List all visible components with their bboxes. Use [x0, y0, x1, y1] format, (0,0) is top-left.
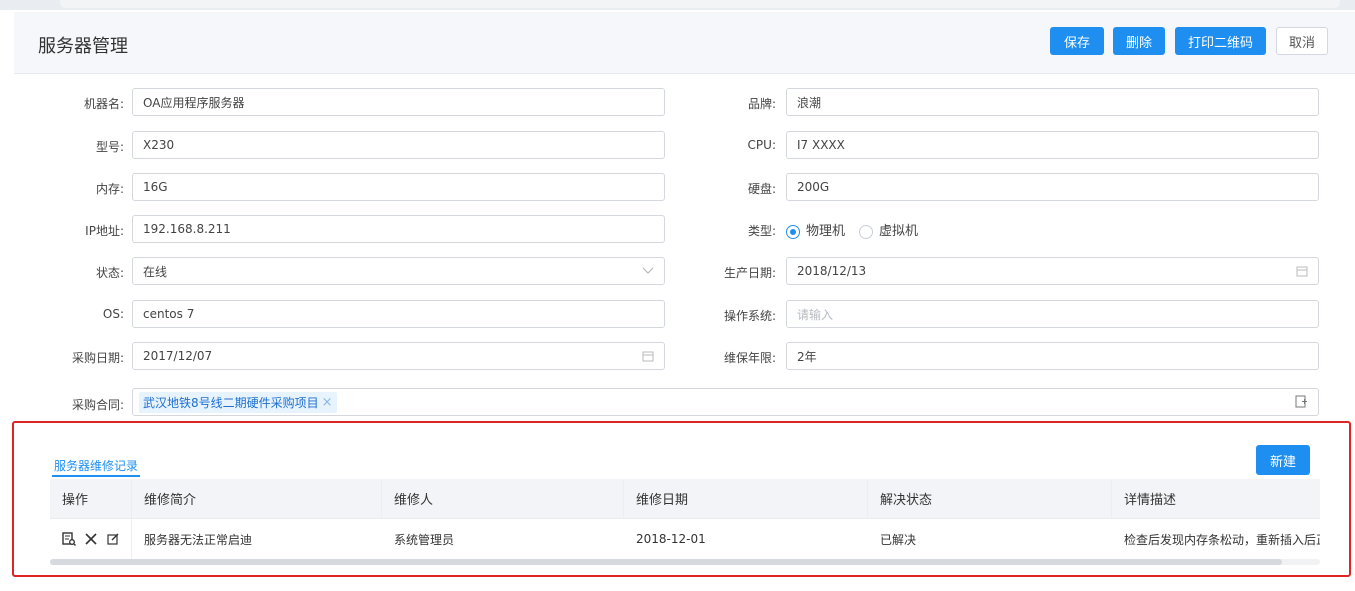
top-strip-inner	[60, 0, 1340, 8]
save-button[interactable]: 保存	[1050, 27, 1104, 55]
cpu-input[interactable]: I7 XXXX	[786, 131, 1319, 159]
disk-label: 硬盘:	[747, 182, 776, 196]
purchase-date-label: 采购日期:	[71, 351, 124, 365]
top-strip	[0, 0, 1355, 10]
row-date: 2018-12-01	[636, 532, 706, 546]
edit-icon[interactable]	[106, 532, 120, 546]
purchase-date-input[interactable]: 2017/12/07	[132, 342, 665, 370]
warranty-label: 维保年限:	[723, 351, 776, 365]
column-header: 解决状态	[868, 479, 1112, 518]
operating-system-input[interactable]: 请输入	[786, 300, 1319, 328]
maintenance-section: 服务器维修记录 新建 操作 维修简介 维修人 维修日期 解决状态 详情描述 服务…	[12, 421, 1351, 577]
row-status: 已解决	[880, 532, 917, 547]
purchase-date-value: 2017/12/07	[143, 349, 213, 363]
operating-system-label: 操作系统:	[723, 309, 776, 323]
row-person: 系统管理员	[394, 532, 455, 547]
column-header: 操作	[50, 479, 132, 518]
production-date-value: 2018/12/13	[797, 264, 867, 278]
calendar-icon[interactable]	[642, 350, 654, 365]
column-header: 维修人	[382, 479, 624, 518]
column-header: 详情描述	[1124, 493, 1177, 508]
calendar-icon[interactable]	[1296, 265, 1308, 280]
os-input[interactable]: centos 7	[132, 300, 665, 328]
status-value: 在线	[143, 264, 168, 279]
horizontal-scrollbar[interactable]	[50, 559, 1320, 565]
production-date-label: 生产日期:	[723, 266, 776, 280]
production-date-input[interactable]: 2018/12/13	[786, 257, 1319, 285]
page-title: 服务器管理	[38, 36, 128, 57]
scrollbar-thumb[interactable]	[50, 559, 1282, 565]
delete-button[interactable]: 删除	[1113, 27, 1165, 55]
purchase-contract-label: 采购合同:	[71, 398, 124, 412]
memory-label: 内存:	[95, 182, 124, 196]
brand-input[interactable]: 浪潮	[786, 88, 1319, 116]
column-header: 维修日期	[624, 479, 868, 518]
os-label: OS:	[102, 307, 124, 321]
close-icon[interactable]	[84, 532, 98, 546]
memory-input[interactable]: 16G	[132, 173, 665, 201]
contract-tag: 武汉地铁8号线二期硬件采购项目 ×	[139, 391, 337, 413]
new-record-button[interactable]: 新建	[1256, 445, 1310, 475]
contract-tag-label: 武汉地铁8号线二期硬件采购项目	[143, 395, 319, 410]
print-qr-button[interactable]: 打印二维码	[1175, 27, 1266, 55]
type-label: 类型:	[747, 224, 776, 238]
type-option-physical[interactable]: 物理机	[786, 220, 845, 239]
model-label: 型号:	[95, 140, 124, 154]
brand-label: 品牌:	[747, 97, 776, 111]
page-header: 服务器管理 保存 删除 打印二维码 取消	[14, 12, 1355, 74]
maintenance-table: 操作 维修简介 维修人 维修日期 解决状态 详情描述 服务器无法正常启迪 系统管…	[50, 479, 1320, 559]
add-icon[interactable]	[1295, 395, 1308, 411]
tab-underline	[52, 475, 140, 477]
machine-name-input[interactable]: OA应用程序服务器	[132, 88, 665, 116]
cpu-label: CPU:	[747, 138, 776, 152]
table-row: 服务器无法正常启迪 系统管理员 2018-12-01 已解决 检查后发现内存条松…	[50, 519, 1320, 559]
view-icon[interactable]	[62, 532, 76, 546]
tab-maintenance-records[interactable]: 服务器维修记录	[54, 457, 138, 474]
cancel-button[interactable]: 取消	[1276, 27, 1328, 55]
row-summary: 服务器无法正常启迪	[144, 532, 253, 547]
column-header: 维修简介	[132, 479, 382, 518]
row-actions	[50, 519, 132, 559]
ip-label: IP地址:	[85, 224, 124, 238]
status-select[interactable]: 在线	[132, 257, 665, 285]
warranty-input[interactable]: 2年	[786, 342, 1319, 370]
type-radio-group: 物理机 虚拟机	[786, 220, 918, 239]
radio-checked-icon	[786, 224, 800, 239]
close-icon[interactable]: ×	[322, 395, 333, 410]
radio-unchecked-icon	[859, 224, 874, 239]
machine-name-label: 机器名:	[83, 97, 124, 111]
row-detail: 检查后发现内存条松动，重新插入后正	[1124, 532, 1320, 547]
disk-input[interactable]: 200G	[786, 173, 1319, 201]
purchase-contract-input[interactable]: 武汉地铁8号线二期硬件采购项目 ×	[132, 388, 1319, 416]
ip-input[interactable]: 192.168.8.211	[132, 215, 665, 243]
type-option-virtual[interactable]: 虚拟机	[859, 220, 918, 239]
chevron-down-icon	[642, 265, 654, 278]
status-label: 状态:	[95, 266, 124, 280]
model-input[interactable]: X230	[132, 131, 665, 159]
table-header: 操作 维修简介 维修人 维修日期 解决状态 详情描述	[50, 479, 1320, 519]
